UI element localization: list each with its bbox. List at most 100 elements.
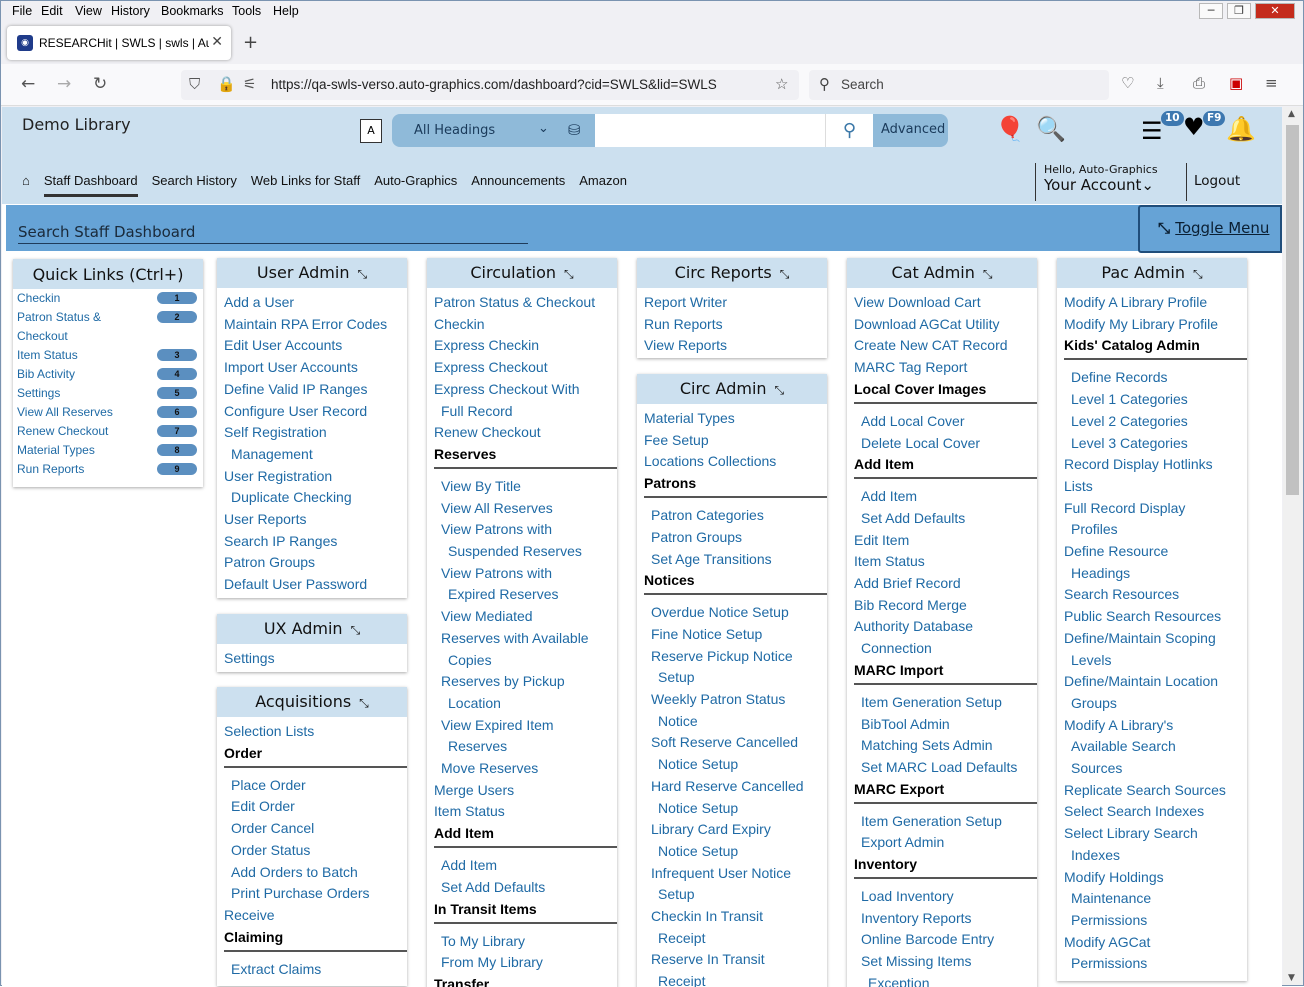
quick-link-label[interactable]: Settings [17, 386, 60, 400]
menu-link[interactable]: Locations Collections [644, 451, 827, 473]
quick-link-label[interactable]: Bib Activity [17, 367, 75, 381]
menu-link[interactable]: View Expired Item [434, 715, 617, 737]
menu-link[interactable]: Configure User Record [224, 401, 407, 423]
menu-link[interactable]: Inventory Reports [854, 908, 1037, 930]
menu-link[interactable]: Export Admin [854, 832, 1037, 854]
quick-link-label[interactable]: Renew Checkout [17, 424, 108, 438]
menu-link[interactable]: Infrequent User Notice [644, 863, 827, 885]
menu-link[interactable]: Order Cancel [224, 818, 407, 840]
menu-link[interactable]: Patron Groups [224, 552, 407, 574]
menu-link[interactable]: Select Library Search [1064, 823, 1247, 845]
home-icon[interactable]: ⌂ [22, 173, 30, 197]
menu-link[interactable]: Permissions [1064, 953, 1247, 975]
menu-link[interactable]: Checkin In Transit [644, 906, 827, 928]
collapse-icon[interactable]: ⤡ [359, 696, 369, 710]
menu-link[interactable]: Record Display Hotlinks [1064, 454, 1247, 476]
minimize-button[interactable]: ─ [1199, 3, 1223, 19]
quick-link-item[interactable]: Material Types 8 [13, 441, 203, 460]
menu-link[interactable]: Online Barcode Entry [854, 929, 1037, 951]
menu-link[interactable]: Set Age Transitions [644, 549, 827, 571]
menu-link[interactable]: Add Item [434, 855, 617, 877]
menu-link[interactable]: Item Status [854, 551, 1037, 573]
menu-bookmarks[interactable]: Bookmarks [161, 4, 224, 18]
lock-icon[interactable]: 🔒 [217, 75, 236, 93]
menu-link[interactable]: Connection [854, 638, 1037, 660]
menu-link[interactable]: Modify A Library's [1064, 715, 1247, 737]
scroll-down-icon[interactable]: ▼ [1288, 973, 1295, 983]
menu-link[interactable]: Checkin [434, 314, 617, 336]
menu-link[interactable]: Fine Notice Setup [644, 624, 827, 646]
menu-link[interactable]: To My Library [434, 931, 617, 953]
menu-link[interactable]: Level 1 Categories [1064, 389, 1247, 411]
menu-link[interactable]: Fee Setup [644, 430, 827, 452]
menu-link[interactable]: View Mediated [434, 606, 617, 628]
menu-link[interactable]: Define/Maintain Scoping [1064, 628, 1247, 650]
tab-amazon[interactable]: Amazon [579, 173, 627, 197]
bookmark-star-icon[interactable]: ☆ [775, 75, 788, 93]
menu-link[interactable]: Available Search [1064, 736, 1247, 758]
menu-link[interactable]: Setup [644, 667, 827, 689]
reload-icon[interactable]: ↻ [93, 74, 107, 94]
chevron-down-icon[interactable]: ⌄ [538, 121, 549, 136]
menu-link[interactable]: Selection Lists [224, 721, 407, 743]
menu-link[interactable]: Renew Checkout [434, 422, 617, 444]
menu-link[interactable]: Receipt [644, 971, 827, 987]
menu-link[interactable]: Define Records [1064, 367, 1247, 389]
menu-link[interactable]: Define Valid IP Ranges [224, 379, 407, 401]
menu-link[interactable]: Print Purchase Orders [224, 883, 407, 905]
menu-link[interactable]: Modify Holdings [1064, 867, 1247, 889]
menu-link[interactable]: Full Record Display [1064, 498, 1247, 520]
tab-web-links[interactable]: Web Links for Staff [251, 173, 360, 197]
menu-link[interactable]: View Download Cart [854, 292, 1037, 314]
menu-link[interactable]: Reserves with Available [434, 628, 617, 650]
quick-link-item[interactable]: Settings 5 [13, 384, 203, 403]
menu-link[interactable]: Modify A Library Profile [1064, 292, 1247, 314]
menu-link[interactable]: Library Card Expiry [644, 819, 827, 841]
menu-link[interactable]: Add Orders to Batch [224, 862, 407, 884]
menu-link[interactable]: Patron Categories [644, 505, 827, 527]
menu-link[interactable]: Notice [644, 711, 827, 733]
browser-search[interactable]: ⚲ Search [809, 70, 1109, 100]
menu-link[interactable]: Receive [224, 905, 407, 927]
database-icon[interactable]: ⛁ [568, 121, 581, 139]
quick-link-label[interactable]: View All Reserves [17, 405, 113, 419]
menu-link[interactable]: Headings [1064, 563, 1247, 585]
menu-link[interactable]: Run Reports [644, 314, 827, 336]
menu-link[interactable]: Import User Accounts [224, 357, 407, 379]
menu-link[interactable]: Notice Setup [644, 798, 827, 820]
menu-link[interactable]: Add a User [224, 292, 407, 314]
menu-link[interactable]: Order Status [224, 840, 407, 862]
menu-link[interactable]: Define/Maintain Location [1064, 671, 1247, 693]
menu-link[interactable]: Matching Sets Admin [854, 735, 1037, 757]
menu-link[interactable]: Extract Claims [224, 959, 407, 981]
menu-link[interactable]: Suspended Reserves [434, 541, 617, 563]
menu-link[interactable]: View All Reserves [434, 498, 617, 520]
logout-link[interactable]: Logout [1186, 163, 1240, 201]
menu-link[interactable]: Item Generation Setup [854, 811, 1037, 833]
tab-search-history[interactable]: Search History [152, 173, 237, 197]
maximize-button[interactable]: ❐ [1227, 3, 1251, 19]
account-menu[interactable]: Hello, Auto-Graphics Your Account⌄ [1035, 163, 1158, 201]
catalog-search-input[interactable] [595, 114, 825, 147]
menu-link[interactable]: Setup [644, 884, 827, 906]
quick-link-item[interactable]: Renew Checkout 7 [13, 422, 203, 441]
menu-link[interactable]: Exception [854, 973, 1037, 987]
quick-link-item[interactable]: Run Reports 9 [13, 460, 203, 479]
back-icon[interactable]: ← [21, 74, 35, 94]
menu-history[interactable]: History [111, 4, 150, 18]
menu-link[interactable]: Hard Reserve Cancelled [644, 776, 827, 798]
toggle-menu-button[interactable]: ⤡ Toggle Menu [1138, 205, 1282, 253]
menu-link[interactable]: Edit User Accounts [224, 335, 407, 357]
menu-link[interactable]: Level 2 Categories [1064, 411, 1247, 433]
menu-link[interactable]: Patron Groups [644, 527, 827, 549]
menu-tools[interactable]: Tools [232, 4, 261, 18]
dashboard-search-input[interactable]: Search Staff Dashboard [18, 223, 528, 244]
menu-link[interactable]: Delete Local Cover [854, 433, 1037, 455]
quick-link-label[interactable]: Checkin [17, 291, 60, 305]
book-search-icon[interactable]: 🔍 [1036, 115, 1066, 143]
menu-link[interactable]: Express Checkin [434, 335, 617, 357]
menu-link[interactable]: Levels [1064, 650, 1247, 672]
menu-link[interactable]: Set MARC Load Defaults [854, 757, 1037, 779]
menu-link[interactable]: Location [434, 693, 617, 715]
quick-link-label[interactable]: Material Types [17, 443, 95, 457]
